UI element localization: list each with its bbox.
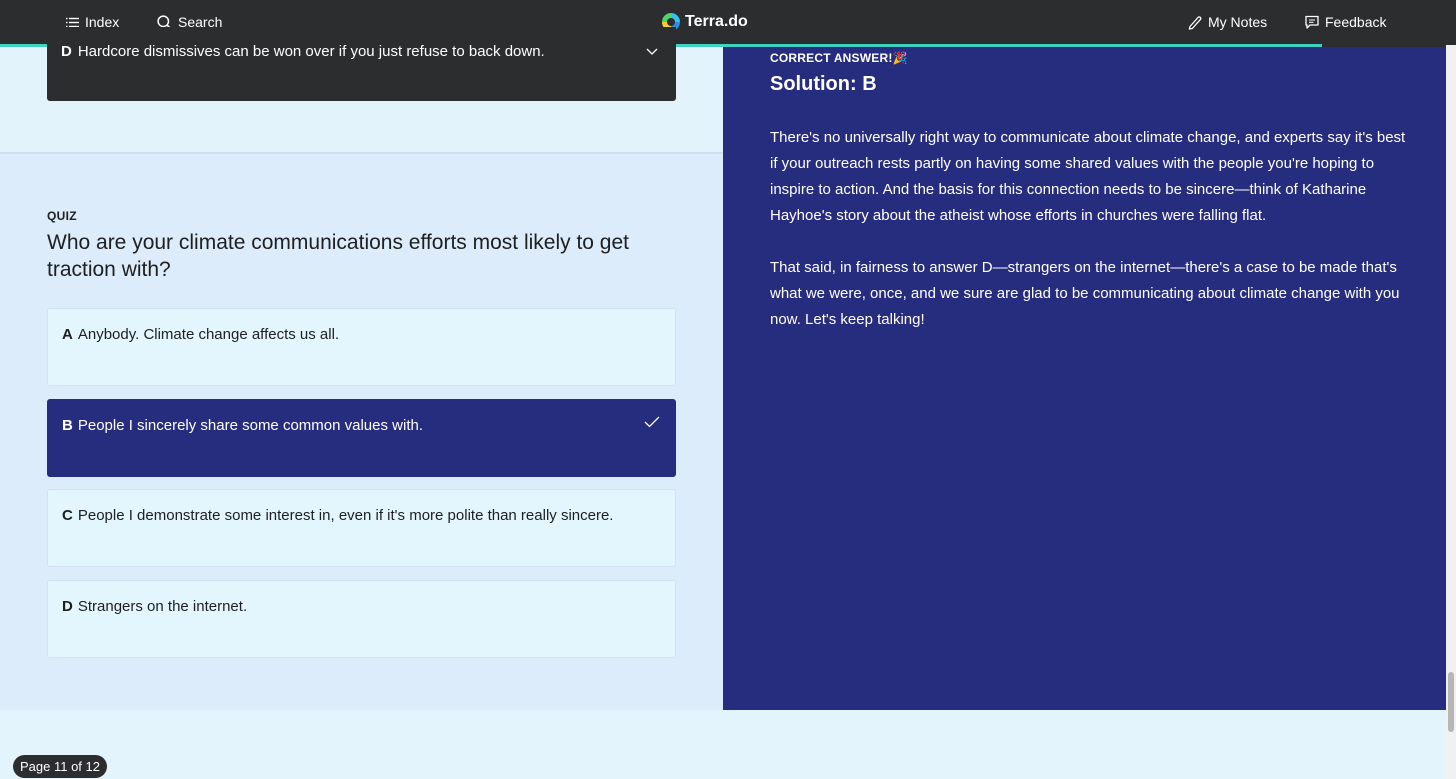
answer-letter: D <box>62 598 73 615</box>
correct-answer-label: CORRECT ANSWER!🎉 <box>770 51 908 65</box>
brand-name: Terra.do <box>685 13 748 30</box>
previous-answer-text-wrap: D Hardcore dismissives can be won over if… <box>61 43 545 60</box>
solution-title: Solution: B <box>770 73 877 95</box>
solution-paragraph: There's no universally right way to comm… <box>770 129 1406 224</box>
answer-option-a[interactable]: A Anybody. Climate change affects us all. <box>47 308 676 386</box>
feedback-label: Feedback <box>1325 14 1387 30</box>
previous-selected-answer[interactable]: D Hardcore dismissives can be won over if… <box>47 27 676 101</box>
quiz-question: Who are your climate communications effo… <box>47 231 630 281</box>
scrollbar-thumb[interactable] <box>1448 672 1454 732</box>
answer-option-content: A Anybody. Climate change affects us all. <box>62 326 339 343</box>
page-indicator: Page 11 of 12 <box>13 755 107 778</box>
my-notes-label: My Notes <box>1208 14 1268 30</box>
answer-text: Anybody. Climate change affects us all. <box>77 326 340 343</box>
answer-letter: C <box>62 507 73 524</box>
previous-question-section: D Hardcore dismissives can be won over if… <box>0 27 723 154</box>
page-scrollbar[interactable] <box>1446 45 1456 779</box>
solution-panel: CORRECT ANSWER!🎉 Solution: B There's no … <box>723 47 1446 710</box>
feedback-button[interactable]: Feedback <box>1305 0 1386 44</box>
pencil-icon <box>1188 15 1202 30</box>
answer-option-content: B People I sincerely share some common va… <box>62 417 423 434</box>
quiz-label: QUIZ <box>47 209 77 223</box>
answer-letter: B <box>62 417 73 434</box>
answer-option-content: D Strangers on the internet. <box>62 598 247 615</box>
correct-answer-text: CORRECT ANSWER! <box>770 51 893 65</box>
solution-paragraph: That said, in fairness to answer D—stran… <box>770 259 1400 328</box>
answer-option-c[interactable]: C People I demonstrate some interest in, … <box>47 489 676 567</box>
question-panel: D Hardcore dismissives can be won over if… <box>0 27 723 710</box>
answer-text: People I demonstrate some interest in, e… <box>77 507 614 524</box>
chat-bubble-icon <box>1305 15 1319 29</box>
answer-letter: A <box>62 326 73 343</box>
answer-text: Strangers on the internet. <box>77 598 248 615</box>
previous-answer-text: Hardcore dismissives can be won over if … <box>77 43 545 60</box>
answer-option-d[interactable]: D Strangers on the internet. <box>47 580 676 658</box>
chevron-down-icon <box>646 43 658 60</box>
my-notes-button[interactable]: My Notes <box>1188 0 1267 44</box>
list-icon <box>66 17 79 28</box>
answer-option-b[interactable]: B People I sincerely share some common va… <box>47 399 676 477</box>
answer-option-content: C People I demonstrate some interest in, … <box>62 507 613 524</box>
party-popper-icon: 🎉 <box>892 51 908 65</box>
previous-answer-letter: D <box>61 43 72 60</box>
checkmark-icon <box>644 415 660 432</box>
answer-text: People I sincerely share some common val… <box>77 417 423 434</box>
